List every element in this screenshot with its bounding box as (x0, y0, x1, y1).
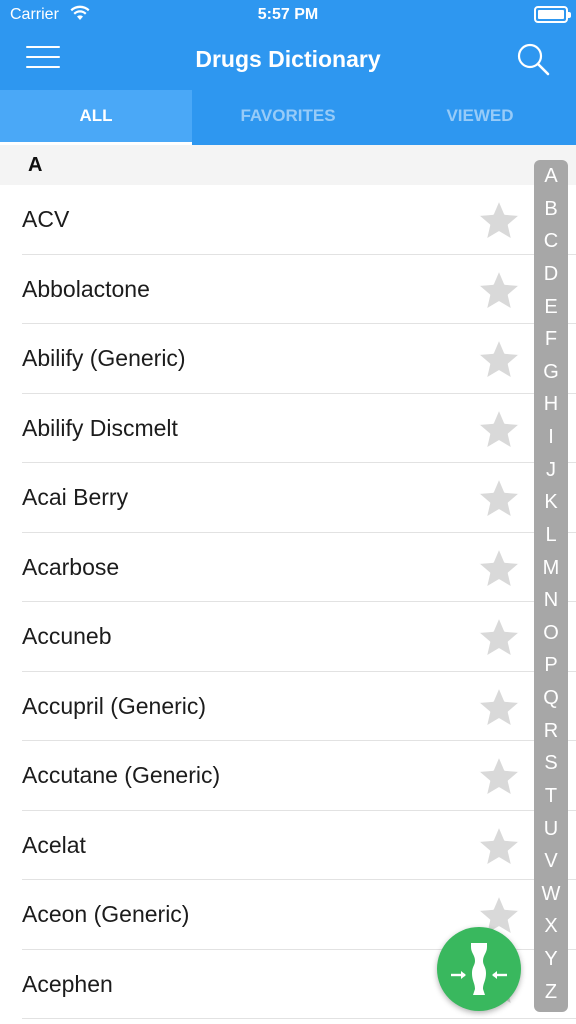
favorite-star-icon[interactable] (474, 822, 524, 870)
drug-name: Acai Berry (22, 484, 129, 510)
drug-list-item[interactable]: Accutane (Generic) (22, 741, 576, 811)
drug-name: Acarbose (22, 553, 120, 580)
drug-list-item[interactable]: Abbolactone (22, 255, 576, 324)
alphabet-index[interactable]: ABCDEFGHIJKLMNOPQRSTUVWXYZ (534, 160, 568, 1012)
body-measure-button[interactable] (437, 927, 521, 1011)
drug-name: Aceon (Generic) (22, 901, 190, 927)
favorite-star-icon[interactable] (474, 196, 524, 244)
drug-list: ACV Abbolactone Abilify (Generic) Abilify D… (0, 185, 576, 1019)
index-letter[interactable]: W (534, 884, 568, 904)
index-letter[interactable]: G (534, 362, 568, 382)
index-letter[interactable]: C (534, 231, 568, 251)
drug-name: Abbolactone (22, 275, 150, 302)
status-bar: Carrier 5:57 PM (0, 0, 576, 30)
favorite-star-icon[interactable] (474, 335, 524, 383)
index-letter[interactable]: D (534, 264, 568, 284)
section-header: A (0, 145, 576, 185)
index-letter[interactable]: B (534, 199, 568, 219)
page-title: Drugs Dictionary (195, 46, 381, 72)
drug-list-item[interactable]: Accuneb (22, 602, 576, 672)
drug-name: Acephen (22, 970, 113, 997)
index-letter[interactable]: E (534, 297, 568, 317)
drug-name: Accuneb (22, 623, 112, 649)
index-letter[interactable]: L (534, 525, 568, 545)
index-letter[interactable]: Q (534, 688, 568, 708)
drug-list-item[interactable]: Acelat (22, 811, 576, 880)
index-letter[interactable]: I (534, 427, 568, 447)
clock: 5:57 PM (257, 6, 319, 23)
drug-list-item[interactable]: Acarbose (22, 533, 576, 602)
drug-list-item[interactable]: Abilify (Generic) (22, 324, 576, 394)
favorite-star-icon[interactable] (474, 405, 524, 453)
index-letter[interactable]: K (534, 492, 568, 512)
index-letter[interactable]: O (534, 623, 568, 643)
drug-name: ACV (22, 206, 70, 232)
navigation-bar: Drugs Dictionary (0, 30, 576, 88)
tab-favorites[interactable]: FAVORITES (192, 90, 384, 145)
tab-viewed[interactable]: VIEWED (384, 90, 576, 145)
drug-name: Abilify (Generic) (22, 345, 186, 371)
index-letter[interactable]: S (534, 753, 568, 773)
index-letter[interactable]: X (534, 916, 568, 936)
favorite-star-icon[interactable] (474, 474, 524, 522)
favorite-star-icon[interactable] (474, 613, 524, 661)
index-letter[interactable]: M (534, 558, 568, 578)
index-letter[interactable]: Y (534, 949, 568, 969)
favorite-star-icon[interactable] (474, 683, 524, 731)
index-letter[interactable]: R (534, 721, 568, 741)
tab-all[interactable]: ALL (0, 90, 192, 145)
index-letter[interactable]: F (534, 329, 568, 349)
body-measure-icon (451, 943, 507, 995)
favorite-star-icon[interactable] (474, 544, 524, 592)
top-bar: Carrier 5:57 PM Drugs Dictionary ALL FAV… (0, 0, 576, 145)
index-letter[interactable]: N (534, 590, 568, 610)
search-icon[interactable] (516, 42, 552, 78)
index-letter[interactable]: A (534, 166, 568, 186)
drug-name: Abilify Discmelt (22, 414, 178, 441)
index-letter[interactable]: U (534, 819, 568, 839)
tab-bar: ALL FAVORITES VIEWED (0, 90, 576, 145)
drug-list-item[interactable]: Abilify Discmelt (22, 394, 576, 463)
index-letter[interactable]: J (534, 460, 568, 480)
drug-list-item[interactable]: ACV (22, 185, 576, 255)
favorite-star-icon[interactable] (474, 266, 524, 314)
index-letter[interactable]: T (534, 786, 568, 806)
drug-name: Acelat (22, 831, 86, 858)
index-letter[interactable]: V (534, 851, 568, 871)
index-letter[interactable]: P (534, 655, 568, 675)
drug-name: Accutane (Generic) (22, 762, 221, 788)
drug-list-item[interactable]: Accupril (Generic) (22, 672, 576, 741)
drug-list-item[interactable]: Acai Berry (22, 463, 576, 533)
index-letter[interactable]: H (534, 394, 568, 414)
battery-icon (534, 6, 571, 23)
drug-name: Accupril (Generic) (22, 692, 207, 719)
index-letter[interactable]: Z (534, 982, 568, 1002)
favorite-star-icon[interactable] (474, 752, 524, 800)
